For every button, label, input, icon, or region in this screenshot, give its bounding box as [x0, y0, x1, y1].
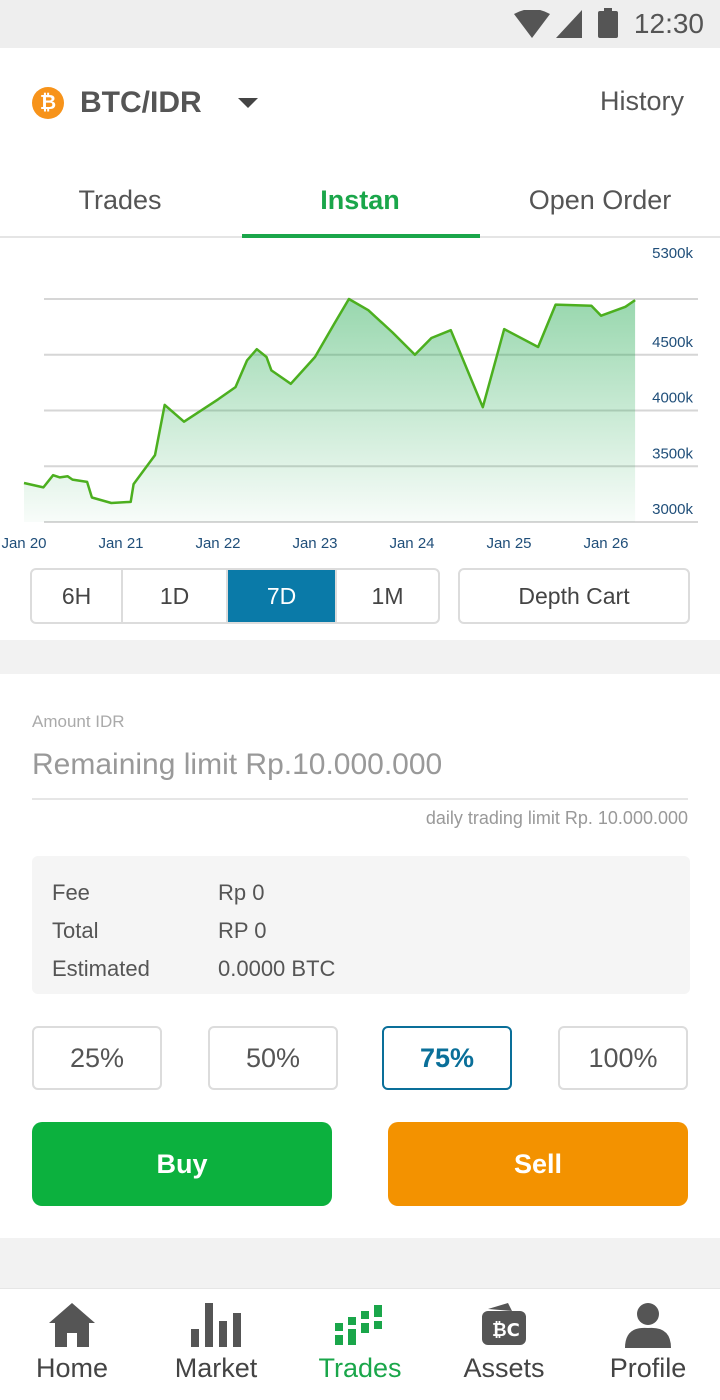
- pair-label: BTC/IDR: [80, 86, 202, 119]
- trades-icon: [335, 1301, 385, 1349]
- y-tick-label: 3000k: [652, 501, 693, 518]
- nav-trades[interactable]: Trades: [288, 1289, 432, 1400]
- nav-assets[interactable]: ₿C Assets: [432, 1289, 576, 1400]
- svg-text:₿C: ₿C: [492, 1320, 520, 1341]
- assets-icon: ₿C: [479, 1301, 529, 1349]
- depth-chart-button[interactable]: Depth Cart: [458, 568, 690, 624]
- signal-icon: [556, 10, 582, 38]
- amount-label: Amount IDR: [32, 712, 125, 731]
- y-tick-label: 4500k: [652, 334, 693, 351]
- y-tick-label: 4000k: [652, 390, 693, 407]
- nav-trades-label: Trades: [318, 1353, 402, 1383]
- x-tick-label: Jan 23: [292, 535, 337, 552]
- range-1d-button[interactable]: 1D: [123, 570, 229, 622]
- nav-home[interactable]: Home: [0, 1289, 144, 1400]
- price-chart-svg: 5300k 4500k 4000k 3500k 3000k Jan 20 Jan 21 Jan…: [1, 245, 698, 552]
- x-tick-label: Jan 22: [195, 535, 240, 552]
- daily-limit-note: daily trading limit Rp. 10.000.000: [425, 808, 688, 828]
- amount-input[interactable]: Remaining limit Rp.10.000.000: [32, 748, 688, 800]
- market-card: ₿ BTC/IDR History Trades Instan Open Ord…: [0, 48, 720, 640]
- x-tick-label: Jan 21: [98, 535, 143, 552]
- total-label: Total: [52, 918, 99, 943]
- sell-button[interactable]: Sell: [388, 1122, 688, 1206]
- estimated-label: Estimated: [52, 956, 150, 981]
- percent-100-button[interactable]: 100%: [558, 1026, 688, 1090]
- total-value: RP 0: [218, 918, 267, 943]
- fee-value: Rp 0: [218, 880, 265, 905]
- wifi-icon: [514, 10, 550, 38]
- bottom-nav: Home Market Trades ₿C Assets Profile: [0, 1288, 720, 1400]
- nav-profile-label: Profile: [609, 1353, 687, 1383]
- buy-button[interactable]: Buy: [32, 1122, 332, 1206]
- range-6h-button[interactable]: 6H: [32, 570, 124, 622]
- x-tick-label: Jan 25: [486, 535, 531, 552]
- bitcoin-icon: ₿: [32, 87, 64, 119]
- history-link[interactable]: History: [600, 86, 684, 117]
- nav-home-label: Home: [35, 1353, 109, 1383]
- status-time: 12:30: [633, 8, 704, 39]
- range-7d-button[interactable]: 7D: [228, 570, 338, 622]
- x-tick-label: Jan 24: [389, 535, 434, 552]
- profile-icon: [623, 1301, 673, 1349]
- tab-instan[interactable]: Instan: [240, 166, 480, 238]
- nav-assets-label: Assets: [463, 1353, 545, 1383]
- nav-market[interactable]: Market: [144, 1289, 288, 1400]
- price-chart: 5300k 4500k 4000k 3500k 3000k Jan 20 Jan 21 Jan…: [0, 240, 720, 560]
- order-summary: Fee Rp 0 Total RP 0 Estimated 0.0000 BTC: [32, 856, 690, 994]
- chevron-down-icon: [237, 98, 258, 108]
- percent-25-button[interactable]: 25%: [32, 1026, 162, 1090]
- battery-icon: [598, 8, 618, 38]
- nav-profile[interactable]: Profile: [576, 1289, 720, 1400]
- status-bar: 12:30: [0, 0, 720, 48]
- fee-label: Fee: [52, 880, 90, 905]
- pair-selector[interactable]: ₿ BTC/IDR: [32, 86, 258, 120]
- home-icon: [47, 1301, 97, 1349]
- x-tick-label: Jan 20: [1, 535, 46, 552]
- percent-75-button[interactable]: 75%: [382, 1026, 512, 1090]
- nav-market-label: Market: [174, 1353, 258, 1383]
- percent-50-button[interactable]: 50%: [208, 1026, 338, 1090]
- y-tick-label: 5300k: [652, 245, 693, 262]
- y-tick-label: 3500k: [652, 445, 693, 462]
- percent-selector: 25% 50% 75% 100%: [32, 1026, 688, 1090]
- range-1m-button[interactable]: 1M: [337, 570, 438, 622]
- trade-tabs: Trades Instan Open Order: [0, 166, 720, 238]
- tab-open-order[interactable]: Open Order: [480, 166, 720, 236]
- order-form: Amount IDR Remaining limit Rp.10.000.000…: [0, 674, 720, 1238]
- market-icon: [191, 1301, 241, 1349]
- estimated-row: Estimated 0.0000 BTC: [52, 950, 670, 988]
- range-selector: 6H 1D 7D 1M: [30, 568, 440, 624]
- tab-trades[interactable]: Trades: [0, 166, 240, 236]
- x-tick-label: Jan 26: [583, 535, 628, 552]
- estimated-value: 0.0000 BTC: [218, 956, 336, 981]
- total-row: Total RP 0: [52, 912, 670, 950]
- fee-row: Fee Rp 0: [52, 874, 670, 912]
